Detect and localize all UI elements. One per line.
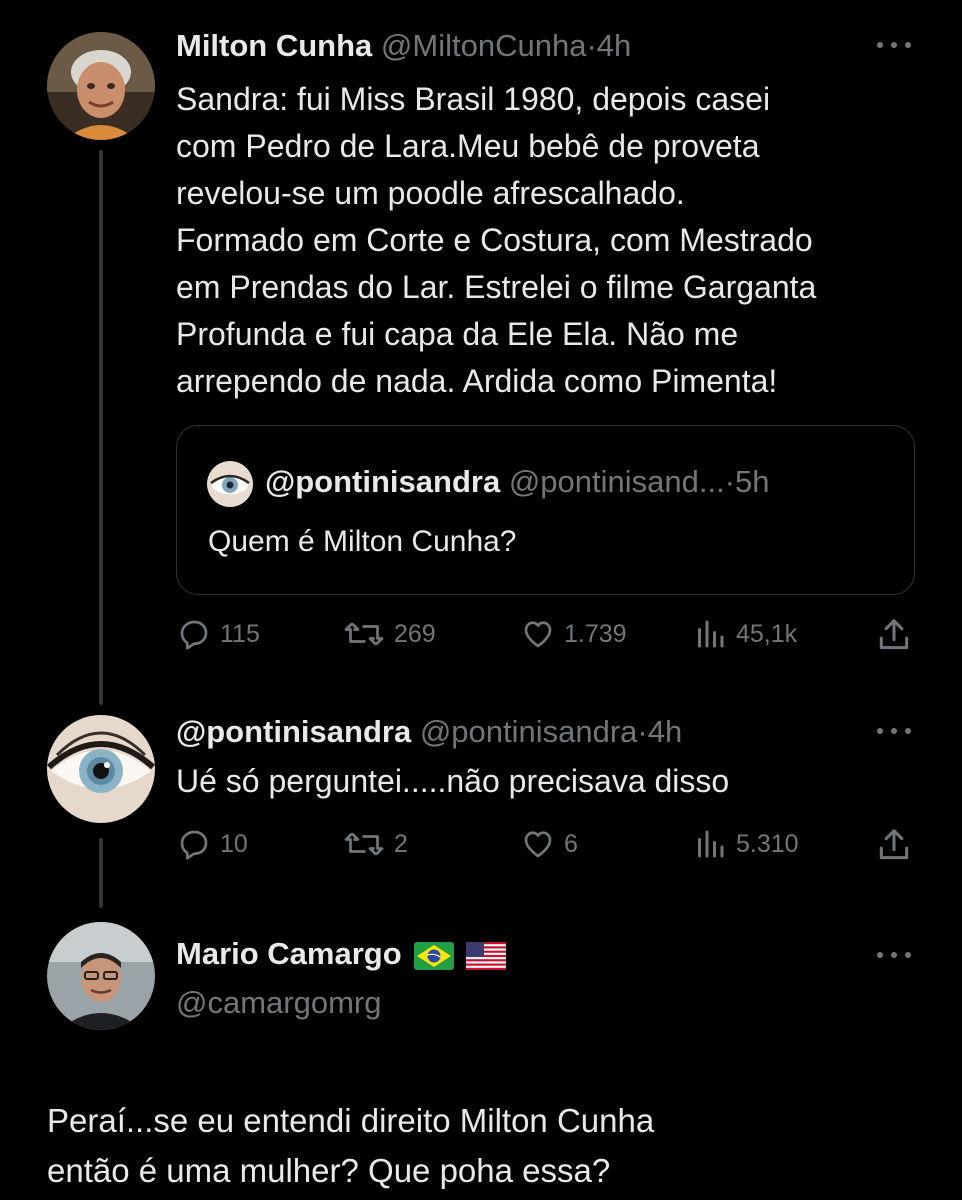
quoted-header: @pontinisandra @pontinisand...·5h bbox=[265, 462, 770, 502]
share-icon bbox=[879, 619, 909, 650]
tweet-header: Mario Camargo bbox=[176, 934, 506, 974]
reply-count: 10 bbox=[220, 829, 248, 858]
views-icon bbox=[698, 620, 724, 648]
brazil-flag-icon bbox=[413, 941, 454, 970]
views-button[interactable]: 45,1k bbox=[692, 616, 797, 652]
retweet-count: 269 bbox=[394, 619, 436, 648]
tweet-text-line: Sandra: fui Miss Brasil 1980, depois cas… bbox=[176, 81, 771, 117]
more-icon[interactable] bbox=[877, 726, 913, 736]
tweet-text-line: em Prendas do Lar. Estrelei o filme Garg… bbox=[176, 269, 817, 305]
usa-flag-icon bbox=[465, 941, 506, 970]
separator-dot: · bbox=[586, 28, 597, 63]
reply-icon bbox=[180, 620, 208, 650]
quoted-username: @pontinisand... bbox=[508, 464, 725, 499]
username[interactable]: @MiltonCunha bbox=[381, 28, 587, 63]
reply-button[interactable]: 115 bbox=[176, 616, 260, 652]
display-name[interactable]: @pontinisandra bbox=[176, 714, 411, 749]
quoted-display-name: @pontinisandra bbox=[265, 464, 501, 499]
reply-count: 115 bbox=[220, 619, 260, 648]
avatar[interactable] bbox=[47, 32, 155, 140]
heart-icon bbox=[524, 831, 552, 858]
reply-icon bbox=[180, 830, 208, 860]
tweet-text-line: arrependo de nada. Ardida como Pimenta! bbox=[176, 363, 778, 399]
tweet-text: Sandra: fui Miss Brasil 1980, depois cas… bbox=[176, 76, 816, 405]
quoted-avatar bbox=[207, 461, 253, 507]
display-name[interactable]: Mario Camargo bbox=[176, 936, 402, 971]
avatar[interactable] bbox=[47, 715, 155, 823]
tweet-text-line: Formado em Corte e Costura, com Mestrado bbox=[176, 222, 813, 258]
quoted-tweet[interactable]: @pontinisandra @pontinisand...·5h Quem é… bbox=[176, 425, 915, 595]
reply-button[interactable]: 10 bbox=[176, 826, 248, 862]
username[interactable]: @pontinisandra bbox=[420, 714, 638, 749]
tweet-text: Ué só perguntei.....não precisava disso bbox=[176, 763, 730, 799]
views-count: 5.310 bbox=[736, 829, 799, 858]
tweet-text-line: Profunda e fui capa da Ele Ela. Não me bbox=[176, 316, 739, 352]
retweet-button[interactable]: 2 bbox=[342, 826, 408, 862]
quoted-timestamp: 5h bbox=[735, 464, 770, 499]
more-icon[interactable] bbox=[877, 950, 913, 960]
views-button[interactable]: 5.310 bbox=[692, 826, 799, 862]
like-count: 6 bbox=[564, 829, 578, 858]
share-button[interactable] bbox=[875, 826, 913, 864]
like-count: 1.739 bbox=[564, 619, 627, 648]
tweet-text-line: revelou-se um poodle afrescalhado. bbox=[176, 175, 685, 211]
tweet-text-line: Peraí...se eu entendi direito Milton Cun… bbox=[47, 1102, 655, 1139]
separator-dot: · bbox=[637, 714, 648, 749]
retweet-icon bbox=[344, 622, 384, 646]
views-count: 45,1k bbox=[736, 619, 798, 648]
timestamp[interactable]: 4h bbox=[648, 714, 682, 749]
avatar[interactable] bbox=[47, 922, 155, 1030]
views-icon bbox=[698, 830, 724, 858]
like-button[interactable]: 1.739 bbox=[520, 616, 627, 652]
username-line: @camargomrg bbox=[176, 983, 381, 1023]
timestamp[interactable]: 4h bbox=[597, 28, 631, 63]
tweet-header: @pontinisandra @pontinisandra·4h bbox=[176, 712, 682, 752]
like-button[interactable]: 6 bbox=[520, 826, 578, 862]
heart-icon bbox=[524, 621, 552, 648]
retweet-button[interactable]: 269 bbox=[342, 616, 436, 652]
separator-dot: · bbox=[724, 464, 736, 499]
tweet-header: Milton Cunha @MiltonCunha·4h bbox=[176, 26, 631, 66]
retweet-count: 2 bbox=[394, 829, 408, 858]
share-button[interactable] bbox=[875, 616, 913, 654]
thread-connector-line bbox=[99, 838, 103, 908]
username[interactable]: @camargomrg bbox=[176, 985, 381, 1020]
tweet-text-line: então é uma mulher? Que poha essa? bbox=[47, 1152, 611, 1189]
share-icon bbox=[879, 829, 909, 860]
more-icon[interactable] bbox=[877, 40, 913, 50]
retweet-icon bbox=[344, 832, 384, 856]
tweet-text-line: com Pedro de Lara.Meu bebê de proveta bbox=[176, 128, 760, 164]
thread-connector-line bbox=[99, 150, 103, 705]
tweet-text: Peraí...se eu entendi direito Milton Cun… bbox=[47, 1096, 654, 1196]
quoted-text: Quem é Milton Cunha? bbox=[208, 525, 517, 558]
display-name[interactable]: Milton Cunha bbox=[176, 28, 372, 63]
